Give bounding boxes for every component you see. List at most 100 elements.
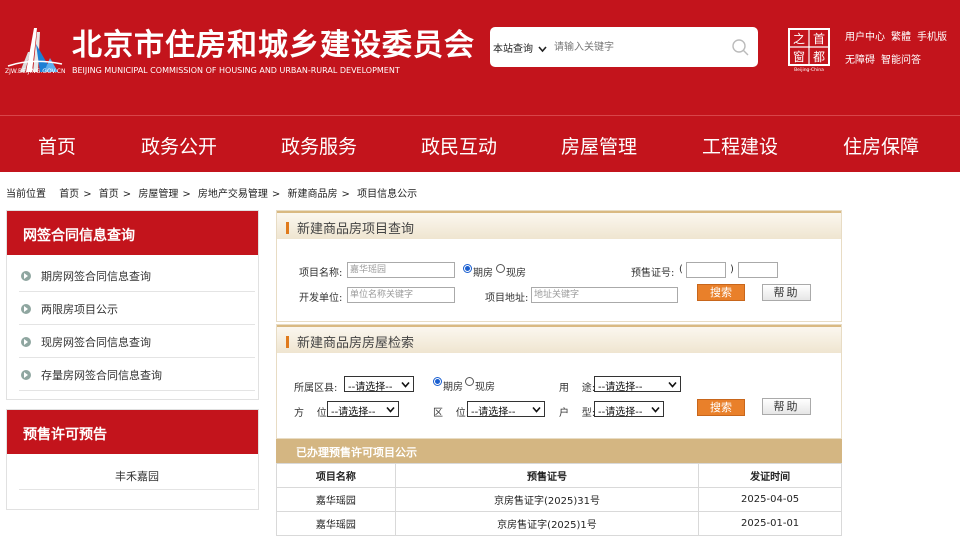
- issue-date-cell: 2025-04-05: [698, 487, 842, 512]
- project-name-cell[interactable]: 嘉华瑶园: [276, 511, 396, 536]
- panel-title: 新建商品房房屋检索: [277, 325, 841, 353]
- presale-preview-item[interactable]: 丰禾嘉园: [19, 460, 255, 490]
- play-circle-icon: [21, 271, 31, 281]
- project-name-label: 项目名称:: [299, 268, 343, 279]
- permit-number-cell[interactable]: 京房售证字(2025)31号: [394, 487, 700, 512]
- developer-label: 开发单位:: [299, 293, 343, 304]
- radio-existing-label: 现房: [475, 382, 495, 393]
- play-circle-icon: [21, 337, 31, 347]
- sidebar-item-limited-price[interactable]: 两限房项目公示: [19, 292, 255, 325]
- orientation-label: 方 位:: [294, 408, 331, 419]
- site-subtitle-en: BEIJING MUNICIPAL COMMISSION OF HOUSING …: [72, 66, 400, 75]
- nav-construction[interactable]: 工程建设: [702, 132, 778, 159]
- search-input[interactable]: [554, 36, 724, 58]
- link-smart-qa[interactable]: 智能问答: [881, 55, 921, 66]
- site-search: 本站查询: [490, 27, 758, 67]
- radio-futures-label: 期房: [473, 268, 493, 279]
- sidebar-item-existing-contract[interactable]: 现房网签合同信息查询: [19, 325, 255, 358]
- nav-gov-services[interactable]: 政务服务: [281, 132, 357, 159]
- badge-char: 窗: [793, 50, 805, 64]
- nav-interaction[interactable]: 政民互动: [421, 132, 497, 159]
- usage-select[interactable]: --请选择--: [594, 376, 681, 393]
- radio-futures[interactable]: [433, 377, 442, 386]
- sidebar-item-label: 期房网签合同信息查询: [41, 270, 151, 283]
- chevron-down-icon: [651, 406, 660, 413]
- chevron-down-icon: [538, 45, 547, 52]
- address-input[interactable]: [531, 287, 678, 303]
- chevron-down-icon: [401, 381, 410, 388]
- sidebar-contract-query: 网签合同信息查询 期房网签合同信息查询 两限房项目公示 现房网签合同信息查询 存…: [6, 210, 259, 400]
- site-domain: ZJW.BEIJING.GOV.CN: [5, 68, 66, 75]
- search-icon[interactable]: [730, 37, 750, 57]
- sidebar-section-title: 预售许可预告: [7, 410, 258, 454]
- column-header: 预售证号: [394, 463, 700, 488]
- sidebar-section-title: 网签合同信息查询: [7, 211, 258, 255]
- developer-input[interactable]: [347, 287, 455, 303]
- project-search-button[interactable]: 搜索: [697, 284, 745, 301]
- breadcrumb-item[interactable]: 新建商品房: [288, 189, 338, 200]
- breadcrumb-item[interactable]: 首页: [59, 189, 79, 200]
- top-links: 用户中心 繁體 手机版 无障碍 智能问答: [845, 26, 953, 72]
- badge-char: 首: [813, 32, 825, 46]
- presale-cert-year-input[interactable]: [686, 262, 726, 278]
- breadcrumb-item[interactable]: 首页: [99, 189, 119, 200]
- paren-close: ): [730, 264, 734, 275]
- site-title[interactable]: 北京市住房和城乡建设委员会: [72, 20, 475, 64]
- house-search-button[interactable]: 搜索: [697, 399, 745, 416]
- nav-gov-affairs[interactable]: 政务公开: [141, 132, 217, 159]
- breadcrumb-sep: >: [341, 189, 350, 200]
- badge-char: 之: [793, 32, 805, 46]
- permit-table-title: 已办理预售许可项目公示: [276, 439, 842, 463]
- radio-futures-label: 期房: [443, 382, 463, 393]
- link-mobile[interactable]: 手机版: [917, 32, 947, 43]
- presale-cert-label: 预售证号:: [631, 268, 675, 279]
- permit-table: 项目名称 预售证号 发证时间 嘉华瑶园 京房售证字(2025)31号 2025-…: [276, 463, 842, 536]
- column-header: 发证时间: [698, 463, 842, 488]
- project-query-panel: 新建商品房项目查询 项目名称: 期房 现房 预售证号: ( ) 开发单位: 项目…: [276, 210, 842, 322]
- address-label: 项目地址:: [485, 293, 529, 304]
- sidebar-item-label: 存量房网签合同信息查询: [41, 369, 162, 382]
- link-accessibility[interactable]: 无障碍: [845, 55, 875, 66]
- breadcrumb-item[interactable]: 房屋管理: [138, 189, 178, 200]
- breadcrumb-item[interactable]: 房地产交易管理: [198, 189, 268, 200]
- layout-select[interactable]: --请选择--: [594, 401, 664, 418]
- sidebar-item-futures-contract[interactable]: 期房网签合同信息查询: [19, 259, 255, 292]
- link-user-center[interactable]: 用户中心: [845, 32, 885, 43]
- panel-title: 新建商品房项目查询: [277, 211, 841, 239]
- house-help-button[interactable]: 帮助: [762, 398, 811, 415]
- breadcrumb-sep: >: [83, 189, 92, 200]
- search-scope-select[interactable]: 本站查询: [493, 40, 547, 55]
- nav-housing-security[interactable]: 住房保障: [843, 132, 919, 159]
- project-name-cell[interactable]: 嘉华瑶园: [276, 487, 396, 512]
- radio-futures[interactable]: [463, 264, 472, 273]
- radio-existing-label: 现房: [506, 268, 526, 279]
- table-row: 嘉华瑶园 京房售证字(2025)31号 2025-04-05: [276, 487, 842, 512]
- badge-char: 都: [813, 50, 825, 64]
- sidebar-item-label: 两限房项目公示: [41, 303, 118, 316]
- permit-number-cell[interactable]: 京房售证字(2025)1号: [394, 511, 700, 536]
- sidebar-item-stock-contract[interactable]: 存量房网签合同信息查询: [19, 358, 255, 391]
- orientation-select[interactable]: --请选择--: [327, 401, 399, 418]
- presale-cert-number-input[interactable]: [738, 262, 778, 278]
- usage-label: 用 途:: [559, 383, 596, 394]
- breadcrumb: 当前位置 首页 > 首页 > 房屋管理 > 房地产交易管理 > 新建商品房 > 项目信息公…: [6, 185, 421, 200]
- project-help-button[interactable]: 帮助: [762, 284, 811, 301]
- sidebar-presale-preview: 预售许可预告 丰禾嘉园: [6, 409, 259, 510]
- table-header-row: 项目名称 预售证号 发证时间: [276, 463, 842, 488]
- district-select[interactable]: --请选择--: [344, 376, 414, 393]
- link-traditional[interactable]: 繁體: [891, 32, 911, 43]
- district-label: 所属区县:: [294, 383, 338, 394]
- radio-existing[interactable]: [496, 264, 505, 273]
- capital-window-badge-icon[interactable]: 之 首 都 窗 Beijing-China: [787, 27, 831, 73]
- chevron-down-icon: [532, 406, 541, 413]
- nav-home[interactable]: 首页: [38, 132, 76, 159]
- breadcrumb-item-current[interactable]: 项目信息公示: [357, 189, 417, 200]
- breadcrumb-sep: >: [122, 189, 132, 200]
- layout-label: 户 型:: [559, 408, 596, 419]
- radio-existing[interactable]: [465, 377, 474, 386]
- nav-housing-mgmt[interactable]: 房屋管理: [561, 132, 637, 159]
- project-name-input[interactable]: [347, 262, 455, 278]
- table-row: 嘉华瑶园 京房售证字(2025)1号 2025-01-01: [276, 511, 842, 536]
- chevron-down-icon: [386, 406, 395, 413]
- location-select[interactable]: --请选择--: [467, 401, 545, 418]
